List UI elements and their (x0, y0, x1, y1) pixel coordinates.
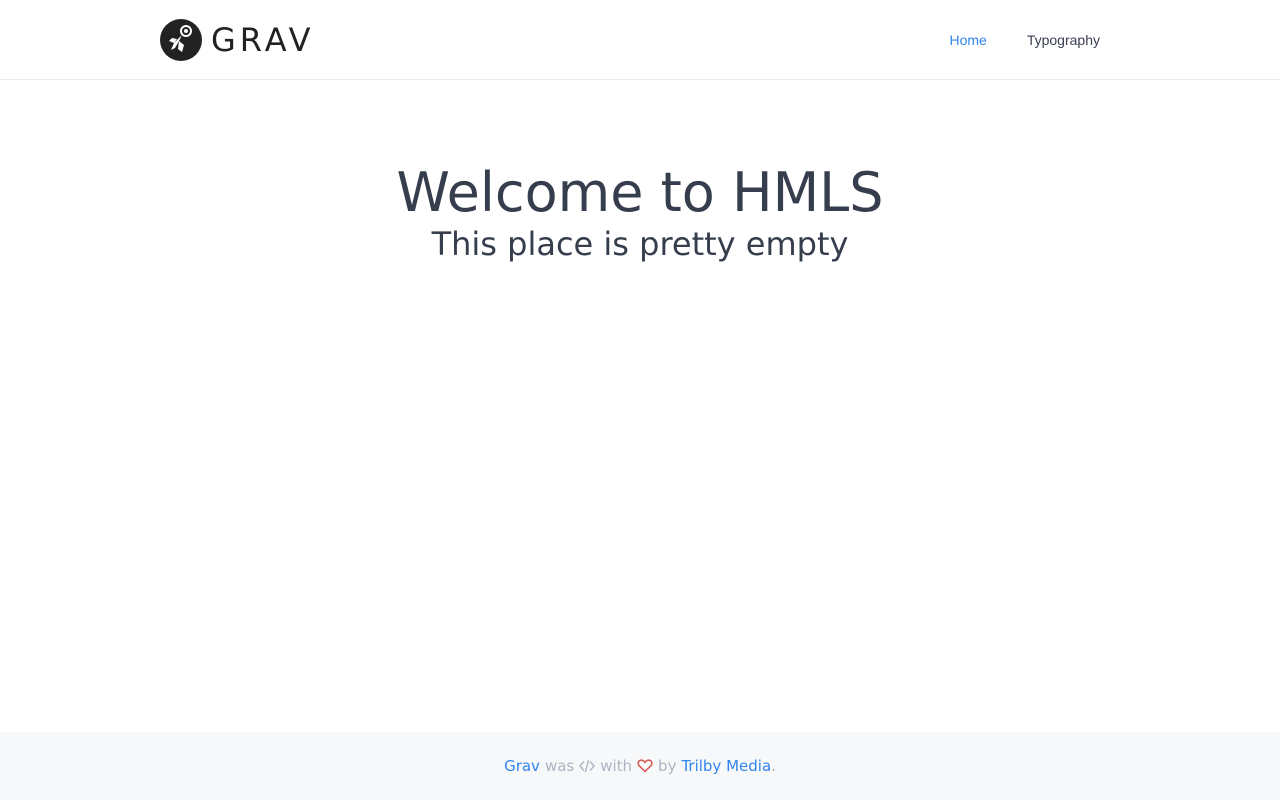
heart-icon (637, 759, 653, 773)
grav-link[interactable]: Grav (504, 757, 540, 775)
site-footer: Grav was with by Trilby Media . (0, 732, 1280, 800)
nav-item-home[interactable]: Home (949, 32, 986, 48)
page-subtitle: This place is pretty empty (431, 225, 849, 263)
site-logo[interactable]: GRAV (160, 19, 314, 61)
footer-period: . (771, 757, 776, 775)
footer-text-with: with (600, 757, 633, 775)
trilby-media-link[interactable]: Trilby Media (681, 757, 771, 775)
footer-text-was: was (544, 757, 575, 775)
site-header: GRAV Home Typography (0, 0, 1280, 80)
main-nav: Home Typography (909, 0, 1100, 80)
page-title: Welcome to HMLS (396, 161, 884, 224)
astronaut-icon (160, 19, 202, 61)
hero-section: Welcome to HMLS This place is pretty emp… (0, 80, 1280, 264)
nav-item-typography[interactable]: Typography (1027, 32, 1100, 48)
code-icon (579, 759, 595, 773)
footer-text-by: by (658, 757, 677, 775)
logo-wordmark: GRAV (211, 21, 315, 59)
